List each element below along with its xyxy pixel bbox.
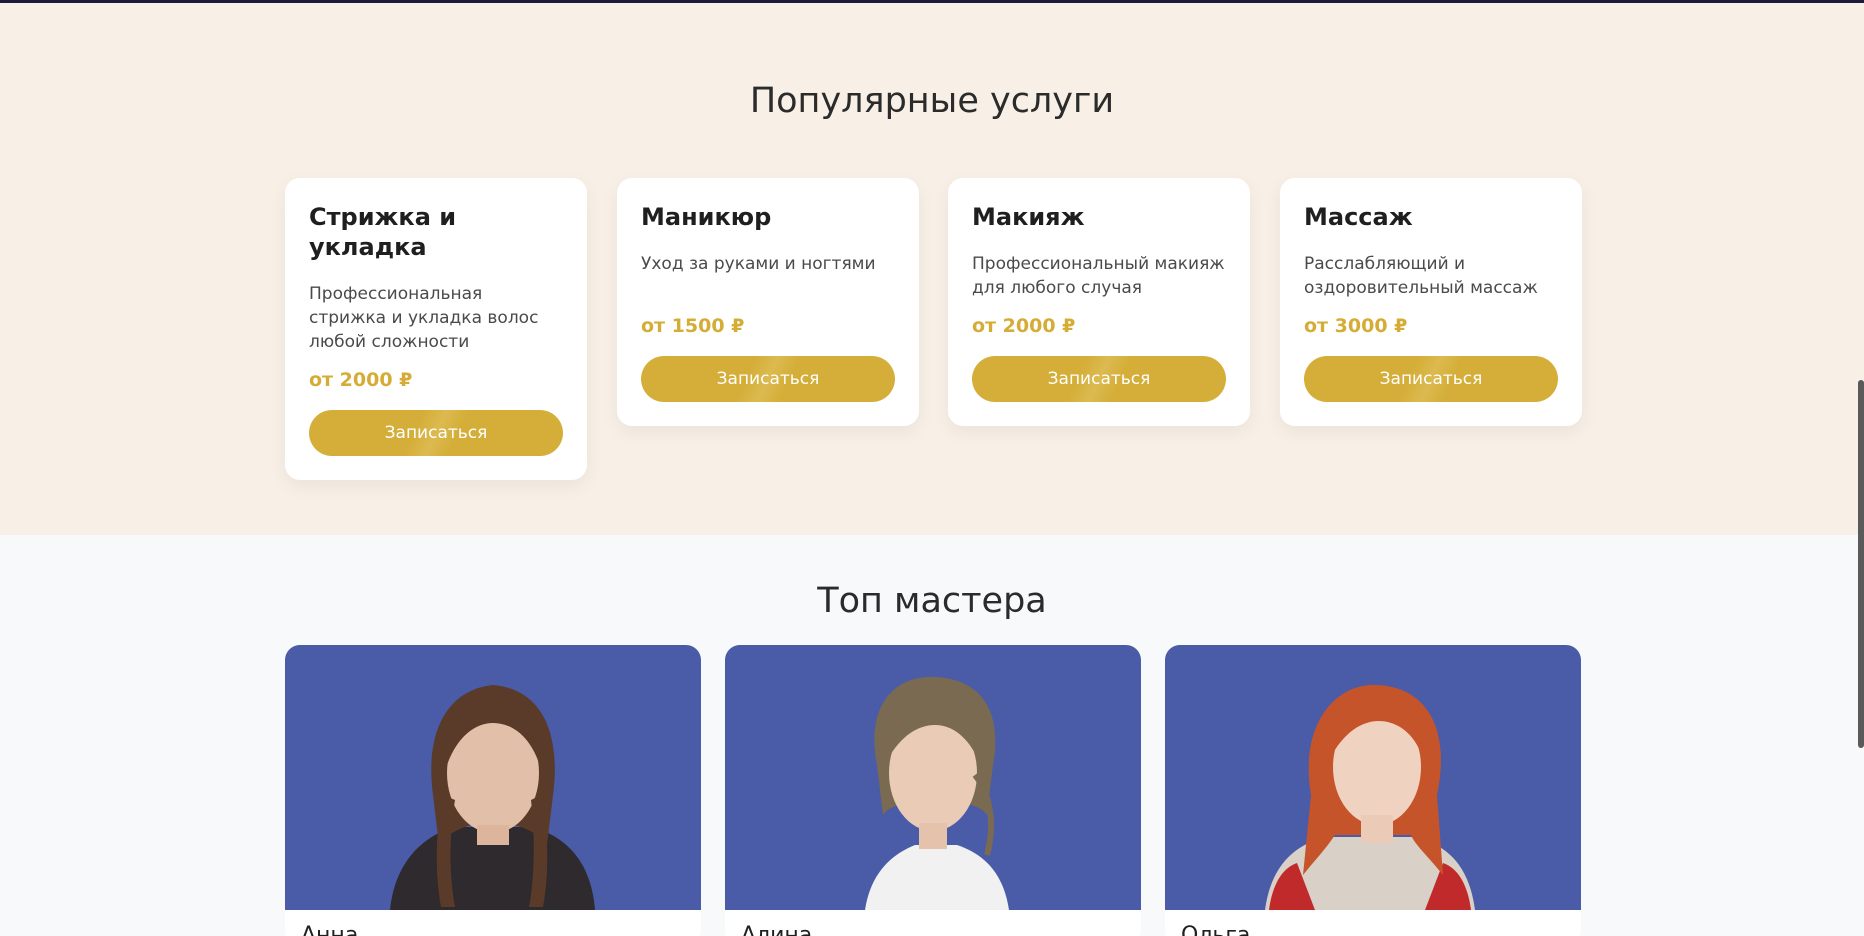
portrait-image (1265, 684, 1475, 910)
services-title: Популярные услуги (749, 81, 1115, 121)
portrait-image (865, 676, 1009, 910)
book-button-manicure[interactable]: Записаться (641, 356, 895, 402)
service-description: Профессиональный макияж для любого случа… (972, 254, 1225, 298)
master-photo (1165, 645, 1581, 910)
master-card[interactable]: Алина (725, 645, 1141, 936)
masters-section: Топ мастера Анна Алина Ольга (0, 535, 1864, 936)
service-price: от 3000 ₽ (1304, 315, 1408, 337)
service-description: Профессиональная стрижка и укладка волос… (309, 284, 539, 352)
book-button-massage[interactable]: Записаться (1304, 356, 1558, 402)
service-name: Макияж (972, 203, 1085, 231)
service-name: Маникюр (641, 203, 772, 231)
service-card-massage: Массаж Расслабляющий и оздоровительный м… (1280, 178, 1582, 426)
service-price: от 2000 ₽ (309, 369, 413, 391)
master-name: Анна (301, 923, 359, 936)
master-card[interactable]: Анна (285, 645, 701, 936)
service-card-manicure: Маникюр Уход за руками и ногтями от 1500… (617, 178, 919, 426)
service-price: от 1500 ₽ (641, 315, 745, 337)
master-name: Алина (741, 923, 813, 936)
service-description: Уход за руками и ногтями (641, 254, 876, 274)
service-card-haircut: Стрижка и укладка Профессиональная стриж… (285, 178, 587, 480)
master-photo (285, 645, 701, 910)
service-card-makeup: Макияж Профессиональный макияж для любог… (948, 178, 1250, 426)
book-button-haircut[interactable]: Записаться (309, 410, 563, 456)
portrait-image (390, 685, 595, 910)
master-card[interactable]: Ольга (1165, 645, 1581, 936)
master-photo (725, 645, 1141, 910)
service-price: от 2000 ₽ (972, 315, 1076, 337)
page-scrollbar[interactable] (1858, 380, 1864, 748)
master-name: Ольга (1181, 923, 1251, 936)
book-button-makeup[interactable]: Записаться (972, 356, 1226, 402)
masters-title: Топ мастера (817, 581, 1047, 621)
service-description: Расслабляющий и оздоровительный массаж (1304, 254, 1538, 298)
service-name: Массаж (1304, 203, 1413, 231)
service-name: Стрижка и укладка (309, 203, 457, 261)
services-section: Популярные услуги Стрижка и укладка Проф… (0, 3, 1864, 535)
